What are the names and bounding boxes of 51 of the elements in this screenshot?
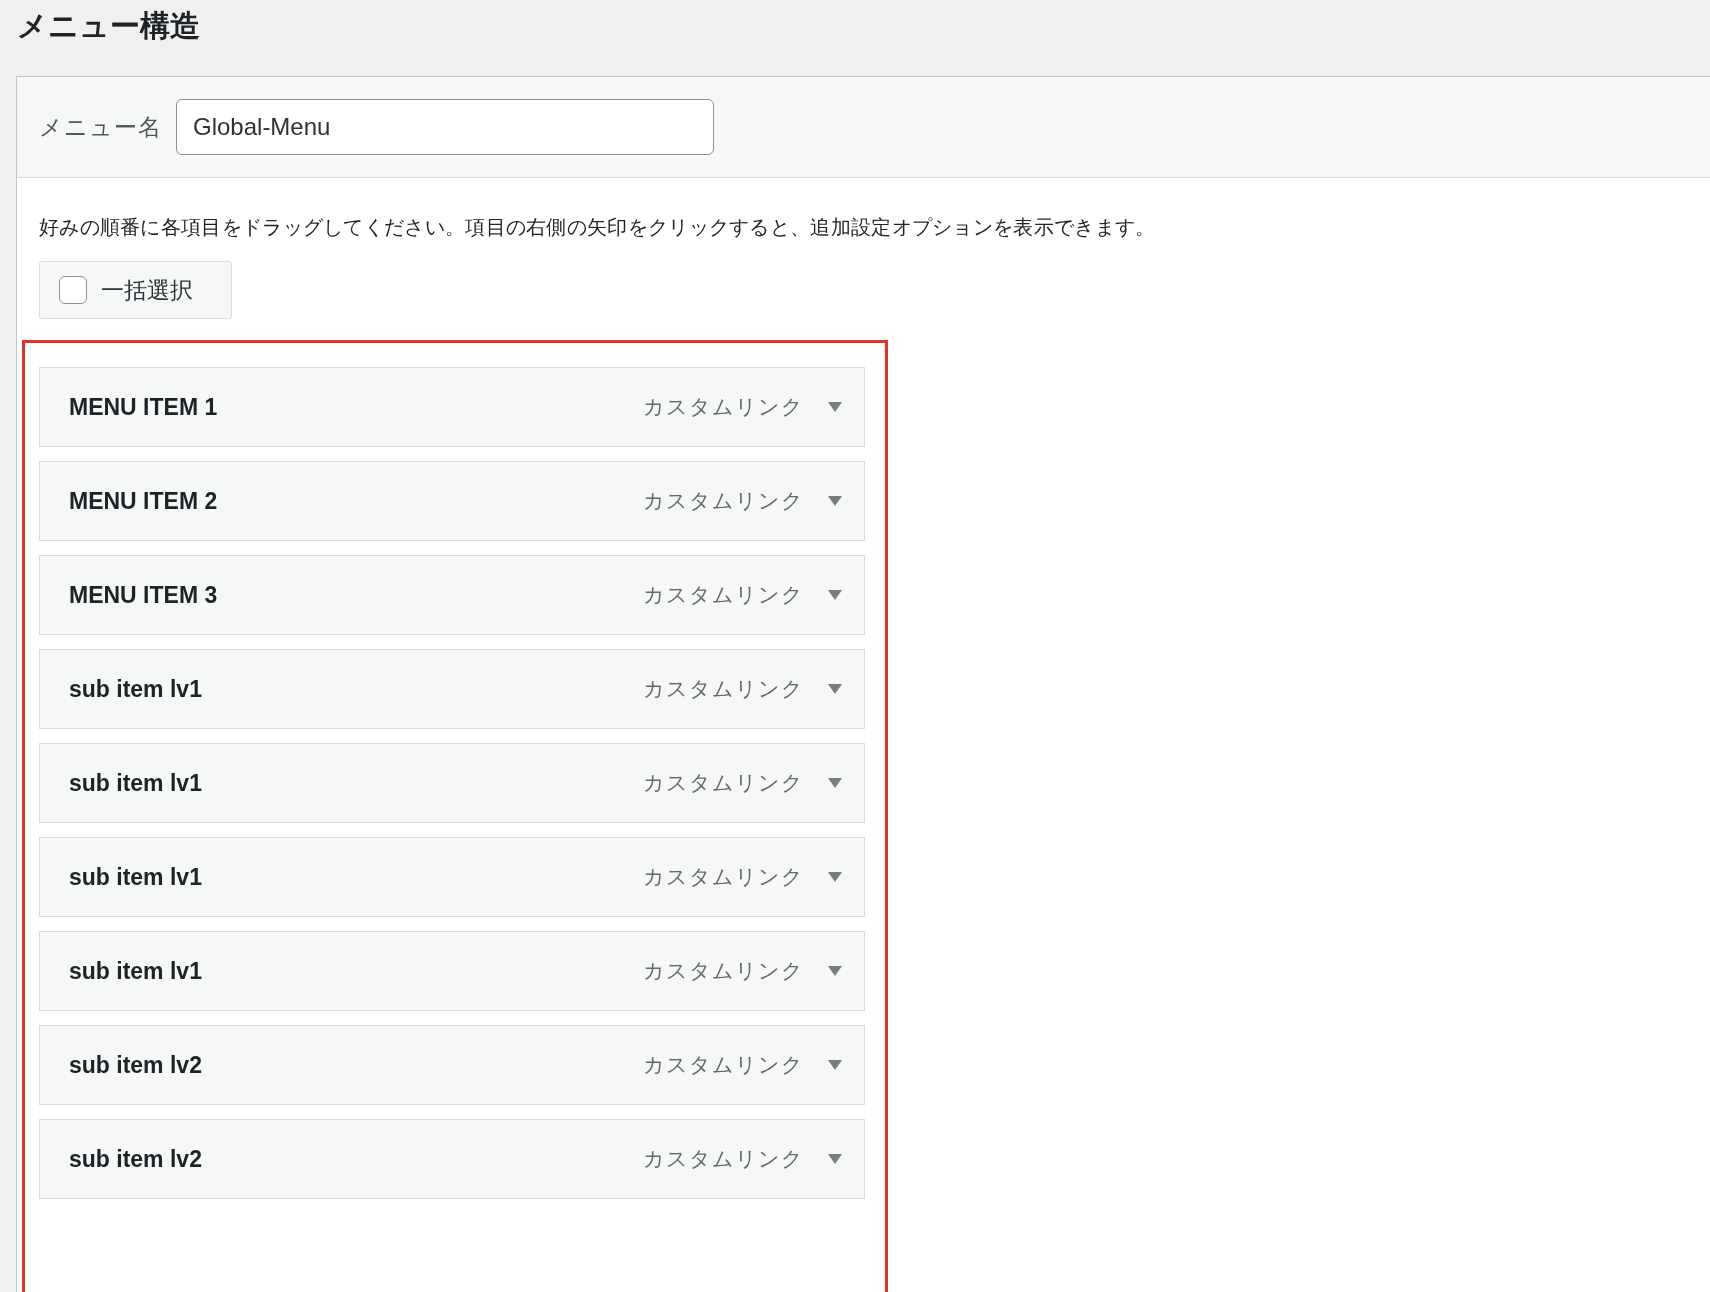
- menu-item[interactable]: sub item lv2 カスタムリンク: [39, 1025, 865, 1105]
- menu-item-title: sub item lv1: [69, 863, 203, 891]
- section-heading: メニュー構造: [17, 8, 200, 44]
- menu-item-title: MENU ITEM 3: [69, 581, 219, 609]
- menu-item[interactable]: MENU ITEM 3 カスタムリンク: [39, 555, 865, 635]
- menu-item[interactable]: sub item lv1 カスタムリンク: [39, 931, 865, 1011]
- menu-item-type: カスタムリンク: [643, 770, 804, 796]
- expand-toggle[interactable]: [826, 964, 844, 978]
- menu-item[interactable]: MENU ITEM 1 カスタムリンク: [39, 367, 865, 447]
- expand-toggle[interactable]: [826, 588, 844, 602]
- caret-icon: [826, 964, 844, 978]
- expand-toggle[interactable]: [826, 400, 844, 414]
- caret-icon: [826, 588, 844, 602]
- instructions-text: 好みの順番に各項目をドラッグしてください。項目の右側の矢印をクリックすると、追加設定オプションを表示できます。: [39, 215, 1156, 240]
- expand-toggle[interactable]: [826, 1058, 844, 1072]
- menu-item-type: カスタムリンク: [643, 676, 804, 702]
- caret-icon: [826, 682, 844, 696]
- menu-item-type: カスタムリンク: [643, 488, 804, 514]
- expand-toggle[interactable]: [826, 682, 844, 696]
- menu-item[interactable]: sub item lv1 カスタムリンク: [39, 649, 865, 729]
- menu-item[interactable]: MENU ITEM 2 カスタムリンク: [39, 461, 865, 541]
- caret-icon: [826, 400, 844, 414]
- menu-name-field[interactable]: Global-Menu: [176, 99, 714, 155]
- expand-toggle[interactable]: [826, 776, 844, 790]
- menu-item-type: カスタムリンク: [643, 1146, 804, 1172]
- caret-icon: [826, 870, 844, 884]
- expand-toggle[interactable]: [826, 1152, 844, 1166]
- checkbox[interactable]: [59, 276, 87, 304]
- caret-icon: [826, 1058, 844, 1072]
- menu-item-title: MENU ITEM 1: [69, 393, 219, 421]
- menu-item-type: カスタムリンク: [643, 394, 804, 420]
- menu-item[interactable]: sub item lv1 カスタムリンク: [39, 837, 865, 917]
- caret-icon: [826, 776, 844, 790]
- bulk-select-button[interactable]: 一括選択: [39, 261, 232, 319]
- menu-item-type: カスタムリンク: [643, 1052, 804, 1078]
- expand-toggle[interactable]: [826, 494, 844, 508]
- menu-item[interactable]: sub item lv2 カスタムリンク: [39, 1119, 865, 1199]
- menu-item[interactable]: sub item lv1 カスタムリンク: [39, 743, 865, 823]
- caret-icon: [826, 494, 844, 508]
- menu-item-title: MENU ITEM 2: [69, 487, 219, 515]
- menu-item-title: sub item lv2: [69, 1145, 203, 1173]
- expand-toggle[interactable]: [826, 870, 844, 884]
- menu-item-type: カスタムリンク: [643, 582, 804, 608]
- menu-item-title: sub item lv1: [69, 769, 203, 797]
- menu-item-title: sub item lv2: [69, 1051, 203, 1079]
- caret-icon: [826, 1152, 844, 1166]
- menu-item-type: カスタムリンク: [643, 958, 804, 984]
- menu-item-title: sub item lv1: [69, 675, 203, 703]
- menu-item-title: sub item lv1: [69, 957, 203, 985]
- menu-item-type: カスタムリンク: [643, 864, 804, 890]
- menu-name-label: メニュー名: [39, 112, 162, 142]
